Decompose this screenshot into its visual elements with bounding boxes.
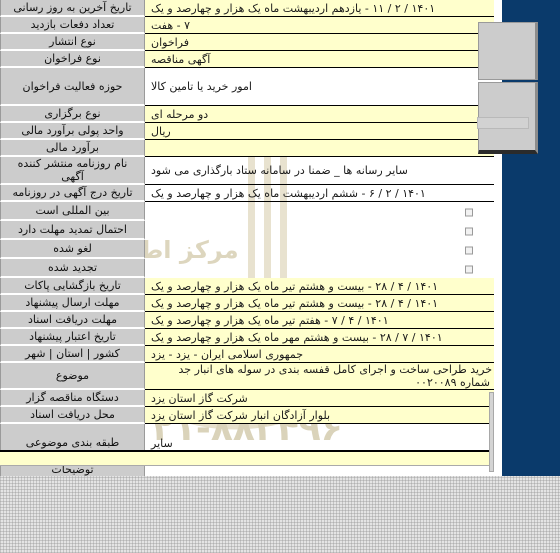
sidebar-panel-bottom[interactable] [477, 82, 538, 154]
table-row: بلوار آزادگان انبار شرکت گاز استان یزد م… [0, 407, 494, 424]
comments-value-field [0, 452, 494, 466]
label-publication-type: نوع انتشار [0, 34, 145, 51]
sidebar-panel-input-slot[interactable] [477, 117, 529, 129]
value-country-province-city: جمهوری اسلامی ایران - یزد - یزد [145, 346, 494, 363]
label-holding-type: نوع برگزاری [0, 106, 145, 123]
table-row: ۷ - هفت تعداد دفعات بازدید [0, 17, 494, 34]
table-row: تجدید شده [0, 259, 494, 278]
label-document-pickup-location: محل دریافت اسناد [0, 407, 145, 424]
table-row: خرید طراحی ساخت و اجرای کامل قفسه بندی د… [0, 363, 494, 390]
table-row: لغو شده [0, 240, 494, 259]
page-bottom-texture [0, 476, 560, 553]
checkbox-is-international[interactable] [465, 208, 473, 216]
label-announcement-type: نوع فراخوان [0, 51, 145, 68]
label-tender-authority: دستگاه مناقصه گزار [0, 390, 145, 407]
label-last-update: تاریخ آخرین به روز رسانی [0, 0, 145, 17]
table-row: ۱۴۰۱ / ۲ / ۶ - ششم اردیبهشت ماه یک هزار … [0, 185, 494, 202]
label-is-international: بین المللی است [0, 202, 145, 221]
value-newspaper-name: سایر رسانه ها _ ضمنا در سامانه ستاد بارگ… [145, 157, 494, 185]
table-row: جمهوری اسلامی ایران - یزد - یزد کشور | ا… [0, 346, 494, 363]
table-row: امور خرید یا تامین کالا حوزه فعالیت فراخ… [0, 68, 494, 106]
table-row: احتمال تمدید مهلت دارد [0, 221, 494, 240]
label-newspaper-date: تاریخ درج آگهی در روزنامه [0, 185, 145, 202]
checkbox-is-renewed[interactable] [465, 265, 473, 273]
sidebar-panel-top[interactable] [478, 22, 538, 80]
label-currency-unit: واحد پولی برآورد مالی [0, 123, 145, 140]
checkbox-deadline-extendable[interactable] [465, 227, 473, 235]
value-document-receipt-deadline: ۱۴۰۱ / ۴ / ۷ - هفتم تیر ماه یک هزار و چه… [145, 312, 494, 329]
value-proposal-submission-deadline: ۱۴۰۱ / ۴ / ۲۸ - بیست و هشتم تیر ماه یک ه… [145, 295, 494, 312]
checkbox-is-cancelled[interactable] [465, 246, 473, 254]
table-row: شرکت گاز استان یزد دستگاه مناقصه گزار [0, 390, 494, 407]
value-publication-type: فراخوان [145, 34, 494, 51]
value-is-renewed [145, 259, 494, 278]
label-envelope-opening-date: تاریخ بازگشایی پاکات [0, 278, 145, 295]
value-last-update: ۱۴۰۱ / ۲ / ۱۱ - یازدهم اردیبهشت ماه یک ه… [145, 0, 494, 17]
value-subject: خرید طراحی ساخت و اجرای کامل قفسه بندی د… [145, 363, 494, 390]
value-is-international [145, 202, 494, 221]
value-currency-unit: ریال [145, 123, 494, 140]
table-row: 0000 برآورد مالی [0, 140, 494, 157]
label-country-province-city: کشور | استان | شهر [0, 346, 145, 363]
label-subject: موضوع [0, 363, 145, 390]
value-announcement-type: آگهی مناقصه [145, 51, 494, 68]
label-proposal-submission-deadline: مهلت ارسال پیشنهاد [0, 295, 145, 312]
table-row: فراخوان نوع انتشار [0, 34, 494, 51]
label-proposal-validity-date: تاریخ اعتبار پیشنهاد [0, 329, 145, 346]
table-row: ۱۴۰۱ / ۴ / ۷ - هفتم تیر ماه یک هزار و چه… [0, 312, 494, 329]
label-document-receipt-deadline: مهلت دریافت اسناد [0, 312, 145, 329]
table-row: آگهی مناقصه نوع فراخوان [0, 51, 494, 68]
value-proposal-validity-date: ۱۴۰۱ / ۷ / ۲۸ - بیست و هشتم مهر ماه یک ه… [145, 329, 494, 346]
label-deadline-extendable: احتمال تمدید مهلت دارد [0, 221, 145, 240]
table-row: ۱۴۰۱ / ۴ / ۲۸ - بیست و هشتم تیر ماه یک ه… [0, 295, 494, 312]
value-activity-domain: امور خرید یا تامین کالا [145, 68, 494, 106]
value-newspaper-date: ۱۴۰۱ / ۲ / ۶ - ششم اردیبهشت ماه یک هزار … [145, 185, 494, 202]
table-row: ۱۴۰۱ / ۷ / ۲۸ - بیست و هشتم مهر ماه یک ه… [0, 329, 494, 346]
table-row: ۱۴۰۱ / ۴ / ۲۸ - بیست و هشتم تیر ماه یک ه… [0, 278, 494, 295]
value-financial-estimate: 0000 [145, 140, 494, 157]
value-deadline-extendable [145, 221, 494, 240]
value-holding-type: دو مرحله ای [145, 106, 494, 123]
label-visit-count: تعداد دفعات بازدید [0, 17, 145, 34]
value-document-pickup-location: بلوار آزادگان انبار شرکت گاز استان یزد [145, 407, 494, 424]
label-is-cancelled: لغو شده [0, 240, 145, 259]
value-tender-authority: شرکت گاز استان یزد [145, 390, 494, 407]
tender-details-table: ۱۴۰۱ / ۲ / ۱۱ - یازدهم اردیبهشت ماه یک ه… [0, 0, 494, 479]
tender-details-body: ۱۴۰۱ / ۲ / ۱۱ - یازدهم اردیبهشت ماه یک ه… [0, 0, 494, 479]
label-is-renewed: تجدید شده [0, 259, 145, 278]
value-envelope-opening-date: ۱۴۰۱ / ۴ / ۲۸ - بیست و هشتم تیر ماه یک ه… [145, 278, 494, 295]
label-activity-domain: حوزه فعالیت فراخوان [0, 68, 145, 106]
table-row: ۱۴۰۱ / ۲ / ۱۱ - یازدهم اردیبهشت ماه یک ه… [0, 0, 494, 17]
table-row: سایر رسانه ها _ ضمنا در سامانه ستاد بارگ… [0, 157, 494, 185]
label-newspaper-name: نام روزنامه منتشر کننده آگهی [0, 157, 145, 185]
table-row: دو مرحله ای نوع برگزاری [0, 106, 494, 123]
value-is-cancelled [145, 240, 494, 259]
table-row: ریال واحد پولی برآورد مالی [0, 123, 494, 140]
value-visit-count: ۷ - هفت [145, 17, 494, 34]
table-row: بین المللی است [0, 202, 494, 221]
label-financial-estimate: برآورد مالی [0, 140, 145, 157]
